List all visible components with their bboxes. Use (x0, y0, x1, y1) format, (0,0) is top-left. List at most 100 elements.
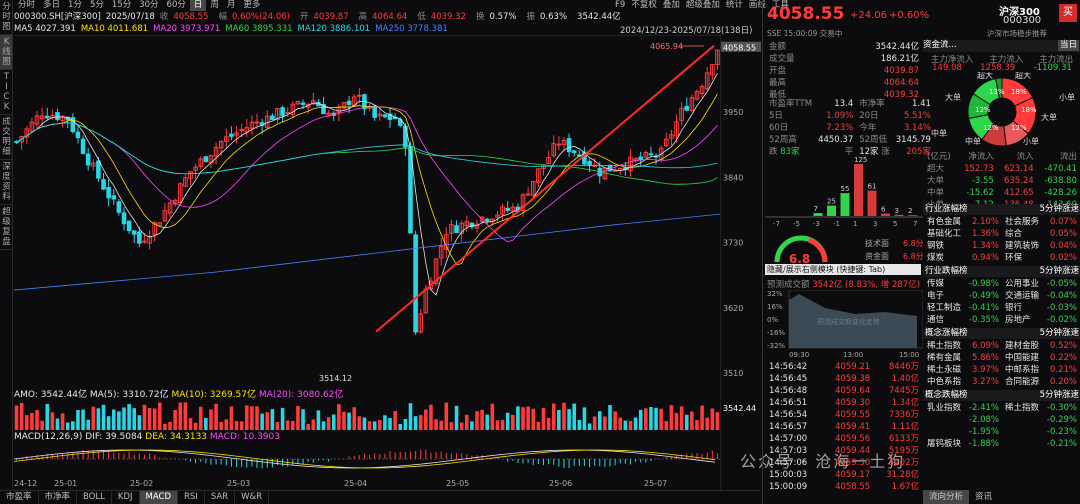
buy-button[interactable]: 买 (1059, 4, 1077, 22)
period-tab-3[interactable]: 5分 (86, 0, 108, 11)
sidebar-item-4[interactable]: 深度资料 (0, 160, 12, 205)
right-tab-1[interactable]: 资讯 (969, 490, 998, 504)
rank-row[interactable]: 基础化工 1.36% 综合 0.05% (925, 229, 1079, 239)
period-tab-5[interactable]: 30分 (135, 0, 162, 11)
amo-bar (679, 406, 684, 430)
candle (295, 100, 301, 106)
toolbar-item-1[interactable]: 不复权 (628, 0, 660, 11)
pie-pct: 18% (1011, 88, 1027, 96)
sidebar-item-0[interactable]: 分时图 (0, 0, 12, 35)
rank-cell (1003, 415, 1042, 425)
sidebar-item-1[interactable]: K线图 (0, 35, 12, 70)
amo-bar (229, 406, 234, 430)
rank-row[interactable]: 稀有金属 5.86% 中国能建 0.22% (925, 353, 1079, 363)
rank-row[interactable]: 轻工制造 -0.41% 银行 -0.03% (925, 303, 1079, 313)
period-tab-10[interactable]: 更多 (239, 0, 264, 11)
candle (362, 93, 367, 116)
big-pct: +0.60% (889, 10, 930, 21)
dist-x-label: -5 (793, 220, 800, 228)
rank-row[interactable]: -2.08% -0.29% (925, 415, 1079, 425)
sidebar-item-5[interactable]: 超级复盘 (0, 205, 12, 250)
forecast-y-label: -16% (767, 329, 785, 337)
amo-bar (638, 409, 643, 430)
period-tab-4[interactable]: 15分 (108, 0, 135, 11)
candle (387, 107, 393, 128)
candlestick-chart[interactable]: 4065.94 3514.12 (14, 35, 720, 385)
flow-cell: -3.55 (971, 176, 994, 186)
candle (643, 150, 649, 159)
right-tab-0[interactable]: 流向分析 (923, 490, 970, 504)
amo-bar (608, 405, 612, 430)
turnover-value: 0.57% (489, 12, 517, 22)
amo-bar (193, 422, 198, 430)
toolbar-item-0[interactable]: F9 (612, 0, 628, 11)
period-tab-7[interactable]: 日 (189, 0, 207, 11)
rank-row[interactable]: 稀土指数 6.09% 建材金股 0.52% (925, 341, 1079, 351)
score-gauge: 6.8技术面 6.8分资金面 6.8分 (774, 235, 923, 264)
toolbar-item-3[interactable]: 超级叠加 (683, 0, 723, 11)
stats-table: 金额 3542.44亿 成交量 186.21亿 开盘 4039.87 最高 4064.64 最低… (765, 40, 923, 102)
amo-bar (163, 423, 167, 430)
rank-row[interactable]: 钢铁 1.34% 建筑装饰 0.04% (925, 241, 1079, 251)
rank-row[interactable]: 乳业指数 -2.41% 稀土指数 -0.30% (925, 403, 1079, 413)
amo-bar (521, 407, 525, 430)
toolbar-item-2[interactable]: 叠加 (660, 0, 683, 11)
candle (55, 108, 60, 122)
indicator-tab-4[interactable]: MACD (139, 491, 178, 504)
stat-row: 开盘 4039.87 (767, 66, 921, 76)
forecast-x-label: 13:00 (843, 351, 863, 359)
rank-row[interactable]: 屠钨板块 -1.88% -0.21% (925, 439, 1079, 449)
flow-cell: -638.80 (1044, 176, 1077, 186)
candle (571, 150, 577, 157)
rank-row[interactable]: 通信 -0.35% 房地产 -0.02% (925, 315, 1079, 325)
candle (75, 125, 81, 144)
dist-bar-label: 6 (881, 206, 886, 214)
amo-bar (326, 417, 331, 430)
candle (203, 155, 209, 163)
indicator-tab-1[interactable]: 市净率 (39, 491, 78, 504)
amo-bar (495, 420, 500, 430)
sidebar-item-2[interactable]: TICK (0, 70, 12, 115)
toolbar-item-4[interactable]: 统计 (723, 0, 746, 11)
period-tabs: 分时 多日 1分 5分 15分 30分 60分日周月更多 (14, 0, 264, 11)
rank-row[interactable]: 中色系指 3.27% 合同能源 0.20% (925, 377, 1079, 387)
rank-row[interactable]: 稀土永磁 3.97% 中邮系指 0.21% (925, 365, 1079, 375)
hide-module-tip[interactable]: 隐藏/展示右侧模块 (快捷键: Tab) (765, 264, 921, 275)
indicator-tab-2[interactable]: BOLL (77, 491, 112, 504)
indicator-tab-7[interactable]: W&R (235, 491, 270, 504)
amo-bar (91, 406, 96, 430)
period-tab-0[interactable]: 分时 (14, 0, 39, 11)
rank-row[interactable]: 电子 -0.49% 交通运输 -0.04% (925, 291, 1079, 301)
pe-value: 13.4 (834, 99, 854, 109)
rank-row[interactable]: 煤炭 0.94% 环保 0.02% (925, 253, 1079, 263)
period-tab-9[interactable]: 月 (223, 0, 240, 11)
rank-cell: 0.52% (1049, 341, 1077, 351)
stat-row: 成交量 186.21亿 (767, 54, 921, 64)
ma10-line (16, 93, 718, 266)
amo-bar (372, 421, 377, 430)
indicator-tab-0[interactable]: 市盈率 (0, 491, 39, 504)
period-tab-6[interactable]: 60分 (163, 0, 190, 11)
amo-bar (444, 402, 449, 430)
amo-bar (81, 409, 85, 430)
today-button[interactable]: 当日 (1058, 40, 1080, 51)
rank-row[interactable]: 传媒 -0.98% 公用事业 -0.05% (925, 279, 1079, 289)
rank-row[interactable]: 有色金属 2.10% 社会服务 0.07% (925, 217, 1079, 227)
indicator-tab-3[interactable]: KDJ (112, 491, 140, 504)
big-change: +24.06 (850, 10, 888, 21)
amo-bar (541, 407, 546, 430)
candle (372, 105, 377, 121)
sidebar-item-3[interactable]: 成交明细 (0, 115, 12, 160)
period-tab-2[interactable]: 1分 (64, 0, 86, 11)
ma-legend-3: MA60 3895.331 (225, 24, 293, 34)
indicator-tab-6[interactable]: SAR (205, 491, 236, 504)
indicator-tab-5[interactable]: RSI (178, 491, 205, 504)
amo-bar (664, 421, 669, 430)
pie-label: 小单 (1023, 136, 1039, 146)
period-tab-1[interactable]: 多日 (39, 0, 64, 11)
period-tab-8[interactable]: 周 (206, 0, 223, 11)
rank-row[interactable]: -1.95% -0.23% (925, 427, 1079, 437)
rank-cell (925, 427, 964, 437)
amount-value: 3542.44亿 (577, 12, 621, 22)
tick-row: 15:00:03 4059.17 31.28亿 (767, 470, 921, 480)
